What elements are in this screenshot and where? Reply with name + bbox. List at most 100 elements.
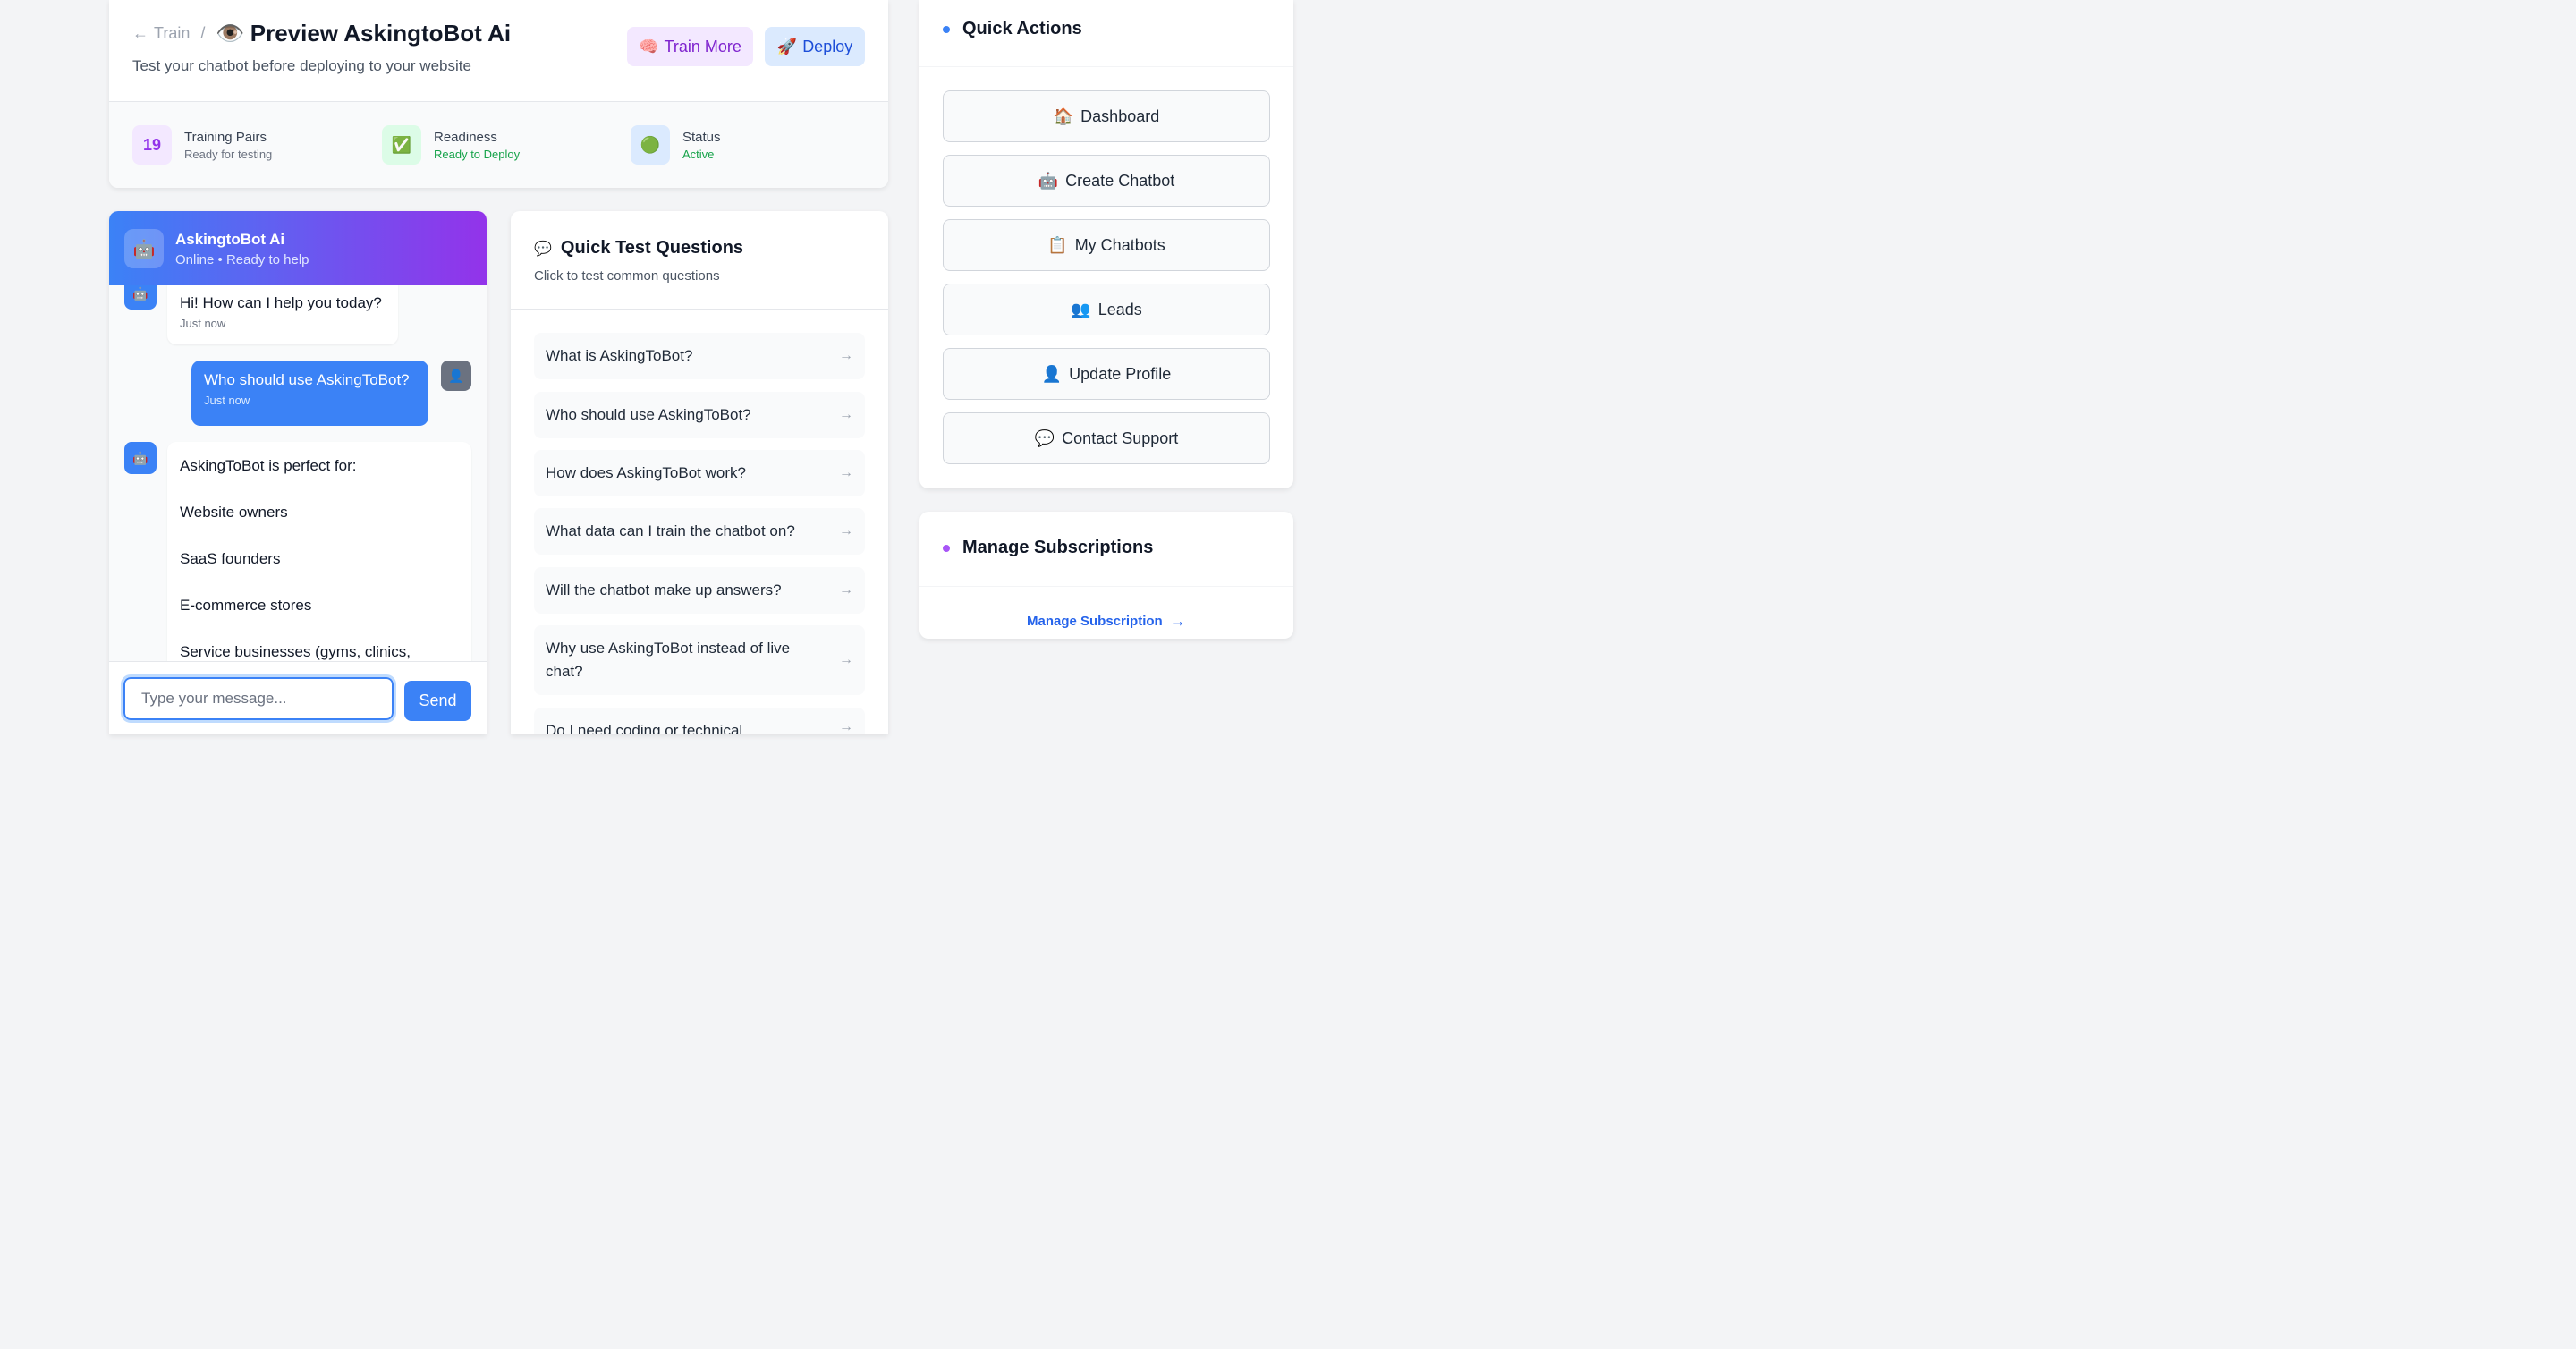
preview-header-card: ← Train / 👁️ Preview AskingtoBot Ai Test… <box>109 0 888 188</box>
message-line: AskingToBot is perfect for: <box>180 457 357 474</box>
robot-icon: 🤖 <box>124 442 157 474</box>
question-text: Do I need coding or technical <box>546 722 743 734</box>
back-to-train-link[interactable]: ← Train <box>132 24 190 43</box>
message-line: E-commerce stores <box>180 597 312 614</box>
message-text: Who should use AskingToBot? <box>204 371 410 388</box>
stat-sub: Active <box>682 147 715 161</box>
breadcrumb: ← Train / 👁️ Preview AskingtoBot Ai <box>132 20 511 47</box>
clipboard-icon: 📋 <box>1047 235 1068 254</box>
chat-messages[interactable]: 🤖 Hi! How can I help you today? Just now… <box>109 285 487 661</box>
question-item[interactable]: Do I need coding or technical → <box>534 708 865 734</box>
quick-test-subtitle: Click to test common questions <box>534 268 720 284</box>
chat-input-bar: Send <box>109 661 487 734</box>
chatbot-name: AskingtoBot Ai <box>175 231 285 248</box>
button-label: Dashboard <box>1080 106 1160 125</box>
deploy-label: Deploy <box>802 37 853 55</box>
user-message: Who should use AskingToBot? Just now <box>191 361 428 426</box>
question-item[interactable]: Why use AskingToBot instead of live chat… <box>534 625 865 695</box>
question-text: Why use AskingToBot instead of live chat… <box>546 640 791 680</box>
rocket-icon: 🚀 <box>776 37 798 55</box>
chatbot-status: Online • Ready to help <box>175 252 309 267</box>
manage-subscriptions-card: Manage Subscriptions Manage Subscription… <box>919 512 1293 639</box>
question-text: What is AskingToBot? <box>546 347 693 364</box>
back-link-label: Train <box>154 24 191 42</box>
user-avatar-icon: 👤 <box>441 361 471 391</box>
message-line: Service businesses (gyms, clinics, <box>180 643 411 660</box>
eye-icon: 👁️ <box>216 20 245 47</box>
robot-icon: 🤖 <box>124 229 164 268</box>
arrow-left-icon: ← <box>132 24 148 42</box>
question-item[interactable]: Will the chatbot make up answers? → <box>534 567 865 614</box>
question-item[interactable]: How does AskingToBot work? → <box>534 450 865 496</box>
question-text: How does AskingToBot work? <box>546 464 746 481</box>
quick-actions-header: Quick Actions <box>919 0 1293 67</box>
subscriptions-title: Manage Subscriptions <box>962 538 1154 557</box>
my-chatbots-button[interactable]: 📋 My Chatbots <box>943 219 1270 271</box>
page-subtitle: Test your chatbot before deploying to yo… <box>132 57 471 74</box>
quick-test-card: 💬 Quick Test Questions Click to test com… <box>511 211 888 734</box>
speech-bubble-icon: 💬 <box>534 241 552 257</box>
check-icon: ✅ <box>382 125 421 165</box>
quick-test-header: 💬 Quick Test Questions Click to test com… <box>511 211 888 310</box>
training-pairs-count: 19 <box>132 125 172 165</box>
page-title-text: Preview AskingtoBot Ai <box>250 20 512 47</box>
stat-readiness: ✅ Readiness Ready to Deploy <box>382 125 520 165</box>
question-item[interactable]: What is AskingToBot? → <box>534 333 865 379</box>
chat-preview-card: 🤖 AskingtoBot Ai Online • Ready to help … <box>109 211 487 734</box>
arrow-right-icon: → <box>839 348 853 363</box>
arrow-right-icon: → <box>839 465 853 480</box>
message-input[interactable] <box>121 674 396 723</box>
stat-label: Training Pairs <box>184 129 267 145</box>
stat-label: Readiness <box>434 129 497 145</box>
contact-support-button[interactable]: 💬 Contact Support <box>943 412 1270 464</box>
link-label: Manage Subscription <box>1027 614 1163 629</box>
button-label: My Chatbots <box>1074 235 1165 254</box>
arrow-right-icon: → <box>839 719 853 734</box>
arrow-right-icon: → <box>839 652 853 667</box>
button-label: Leads <box>1097 300 1142 318</box>
arrow-right-icon: → <box>839 582 853 598</box>
purple-dot-icon <box>943 545 950 552</box>
message-line: Website owners <box>180 504 288 521</box>
stat-label: Status <box>682 129 721 145</box>
robot-icon: 🤖 <box>1038 171 1059 190</box>
stat-status: 🟢 Status Active <box>631 125 721 165</box>
user-icon: 👤 <box>1041 364 1063 383</box>
subscriptions-header: Manage Subscriptions <box>919 512 1293 587</box>
button-label: Update Profile <box>1069 364 1172 383</box>
quick-test-title: 💬 Quick Test Questions <box>534 238 743 259</box>
stat-sub: Ready for testing <box>184 147 273 161</box>
breadcrumb-separator: / <box>200 24 206 42</box>
question-item[interactable]: Who should use AskingToBot? → <box>534 392 865 438</box>
stat-sub: Ready to Deploy <box>434 147 521 161</box>
message-time: Just now <box>180 317 226 330</box>
question-item[interactable]: What data can I train the chatbot on? → <box>534 508 865 555</box>
deploy-button[interactable]: 🚀 Deploy <box>765 27 865 66</box>
chat-header: 🤖 AskingtoBot Ai Online • Ready to help <box>109 211 487 285</box>
train-more-button[interactable]: 🧠 Train More <box>627 27 753 66</box>
people-icon: 👥 <box>1071 300 1091 318</box>
stats-bar: 19 Training Pairs Ready for testing ✅ Re… <box>109 102 888 188</box>
create-chatbot-button[interactable]: 🤖 Create Chatbot <box>943 155 1270 207</box>
dashboard-button[interactable]: 🏠 Dashboard <box>943 90 1270 142</box>
update-profile-button[interactable]: 👤 Update Profile <box>943 348 1270 400</box>
stat-training-pairs: 19 Training Pairs Ready for testing <box>132 125 272 165</box>
arrow-right-icon: → <box>839 407 853 422</box>
arrow-right-icon: → <box>839 523 853 539</box>
bot-message: Hi! How can I help you today? Just now <box>167 285 398 344</box>
button-label: Create Chatbot <box>1065 171 1175 190</box>
send-button[interactable]: Send <box>404 681 471 721</box>
quick-actions-title: Quick Actions <box>962 19 1082 38</box>
message-time: Just now <box>204 394 250 407</box>
question-text: What data can I train the chatbot on? <box>546 522 795 539</box>
bot-message: AskingToBot is perfect for: Website owne… <box>167 442 471 661</box>
message-line: SaaS founders <box>180 550 281 567</box>
blue-dot-icon <box>943 26 950 33</box>
green-dot-icon: 🟢 <box>631 125 670 165</box>
manage-subscription-link[interactable]: Manage Subscription → <box>1027 612 1186 631</box>
speech-bubble-icon: 💬 <box>1034 428 1055 447</box>
leads-button[interactable]: 👥 Leads <box>943 284 1270 335</box>
quick-test-title-text: Quick Test Questions <box>560 238 744 258</box>
question-text: Will the chatbot make up answers? <box>546 581 782 598</box>
question-text: Who should use AskingToBot? <box>546 406 751 423</box>
